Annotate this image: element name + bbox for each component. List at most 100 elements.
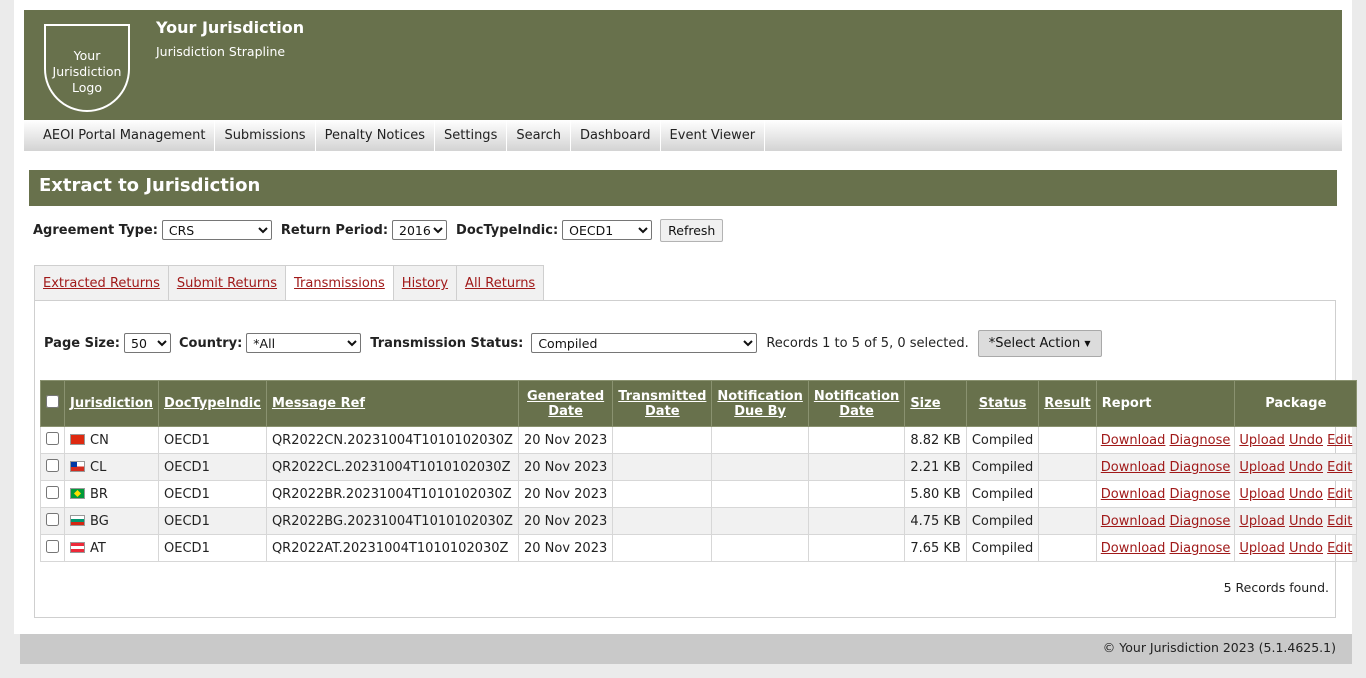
jurisdiction-code: CN — [90, 432, 109, 448]
undo-link[interactable]: Undo — [1289, 460, 1323, 475]
diagnose-link[interactable]: Diagnose — [1170, 433, 1231, 448]
row-checkbox[interactable] — [46, 485, 59, 499]
country-label: Country: — [179, 335, 243, 351]
header-line: Date — [548, 403, 583, 419]
header-line: Date — [645, 403, 680, 419]
doctypeindic-cell: OECD1 — [158, 426, 267, 454]
generated-date-cell: 20 Nov 2023 — [517, 453, 614, 481]
row-select-cell — [40, 426, 65, 454]
undo-link[interactable]: Undo — [1289, 514, 1323, 529]
country-select[interactable]: *All — [246, 333, 362, 353]
edit-link[interactable]: Edit — [1327, 460, 1352, 475]
nav-item-aeoi-portal-management[interactable]: AEOI Portal Management — [24, 120, 216, 151]
diagnose-link[interactable]: Diagnose — [1170, 541, 1231, 556]
upload-link[interactable]: Upload — [1239, 460, 1285, 475]
header-line: Generated — [527, 388, 605, 404]
page-title: Extract to Jurisdiction — [29, 170, 1337, 206]
upload-link[interactable]: Upload — [1239, 433, 1285, 448]
notification-date-cell — [807, 426, 906, 454]
agreement-type-label: Agreement Type: — [33, 222, 158, 238]
nav-item-event-viewer[interactable]: Event Viewer — [661, 120, 766, 151]
return-period-select[interactable]: 2016 — [392, 220, 448, 240]
sort-message-ref[interactable]: Message Ref — [272, 396, 365, 411]
size-cell: 7.65 KB — [904, 534, 967, 562]
edit-link[interactable]: Edit — [1327, 487, 1352, 502]
row-select-cell — [40, 453, 65, 481]
page-size-select[interactable]: 50 — [124, 333, 172, 353]
diagnose-link[interactable]: Diagnose — [1170, 460, 1231, 475]
sort-status[interactable]: Status — [979, 396, 1027, 411]
transmission-status-label: Transmission Status: — [370, 335, 524, 351]
doctypeindic-select[interactable]: OECD1 — [562, 220, 653, 240]
nav-item-search[interactable]: Search — [507, 120, 572, 151]
sort-notification-due-by[interactable]: Notification Due By — [717, 389, 802, 419]
status-cell: Compiled — [965, 426, 1040, 454]
sort-jurisdiction[interactable]: Jurisdiction — [70, 396, 153, 411]
top-filters: Agreement Type: CRS Return Period: 2016 … — [33, 218, 724, 242]
result-cell — [1038, 453, 1097, 481]
row-checkbox[interactable] — [46, 512, 59, 526]
undo-link[interactable]: Undo — [1289, 541, 1323, 556]
download-link[interactable]: Download — [1101, 460, 1166, 475]
jurisdiction-cell: CL — [63, 453, 160, 481]
package-cell: Upload Undo Edit — [1234, 534, 1358, 562]
sort-notification-date[interactable]: Notification Date — [814, 389, 899, 419]
page: Your Jurisdiction Logo Your Jurisdiction… — [14, 0, 1358, 634]
edit-link[interactable]: Edit — [1327, 514, 1352, 529]
sort-transmitted-date[interactable]: Transmitted Date — [618, 389, 706, 419]
nav-item-penalty-notices[interactable]: Penalty Notices — [316, 120, 436, 151]
notification-due-by-cell — [711, 480, 809, 508]
nav-item-settings[interactable]: Settings — [435, 120, 508, 151]
sort-doctypeindic[interactable]: DocTypeIndic — [164, 396, 261, 411]
select-action-button[interactable]: *Select Action ▼ — [977, 329, 1102, 357]
row-checkbox[interactable] — [46, 431, 59, 445]
message-ref-cell: QR2022BR.20231004T1010102030Z — [265, 480, 519, 508]
upload-link[interactable]: Upload — [1239, 514, 1285, 529]
download-link[interactable]: Download — [1101, 487, 1166, 502]
download-link[interactable]: Download — [1101, 541, 1166, 556]
size-cell: 4.75 KB — [904, 507, 967, 535]
tab-transmissions[interactable]: Transmissions — [285, 265, 394, 302]
status-cell: Compiled — [965, 534, 1040, 562]
edit-link[interactable]: Edit — [1327, 541, 1352, 556]
refresh-button[interactable]: Refresh — [660, 218, 724, 242]
table-row: BG OECD1 QR2022BG.20231004T1010102030Z 20 N… — [40, 507, 1358, 535]
jurisdiction-code: AT — [90, 540, 106, 556]
diagnose-link[interactable]: Diagnose — [1170, 487, 1231, 502]
table-row: CN OECD1 QR2022CN.20231004T1010102030Z 20 N… — [40, 426, 1358, 454]
jurisdiction-code: CL — [90, 459, 107, 475]
main-nav: AEOI Portal Management Submissions Penal… — [24, 120, 1342, 151]
row-select-cell — [40, 534, 65, 562]
edit-link[interactable]: Edit — [1327, 433, 1352, 448]
row-checkbox[interactable] — [46, 539, 59, 553]
flag-bg-icon — [70, 514, 85, 526]
upload-link[interactable]: Upload — [1239, 487, 1285, 502]
row-checkbox[interactable] — [46, 458, 59, 472]
return-period-label: Return Period: — [280, 222, 389, 238]
undo-link[interactable]: Undo — [1289, 487, 1323, 502]
nav-item-dashboard[interactable]: Dashboard — [571, 120, 661, 151]
download-link[interactable]: Download — [1101, 514, 1166, 529]
tab-history[interactable]: History — [392, 265, 458, 301]
transmission-status-select[interactable]: Compiled — [531, 333, 758, 353]
tab-all-returns[interactable]: All Returns — [456, 265, 545, 301]
sort-size[interactable]: Size — [910, 396, 940, 411]
nav-item-submissions[interactable]: Submissions — [215, 120, 316, 151]
upload-link[interactable]: Upload — [1239, 541, 1285, 556]
status-cell: Compiled — [965, 480, 1040, 508]
sort-generated-date[interactable]: Generated Date — [527, 389, 604, 419]
notification-date-cell — [807, 453, 906, 481]
sort-result[interactable]: Result — [1044, 396, 1091, 411]
tab-submit-returns[interactable]: Submit Returns — [167, 265, 287, 301]
diagnose-link[interactable]: Diagnose — [1170, 514, 1231, 529]
doctypeindic-cell: OECD1 — [158, 480, 267, 508]
tab-extracted-returns[interactable]: Extracted Returns — [34, 265, 169, 301]
panel-filters: Page Size: 50 Country: *All Transmission… — [44, 329, 1102, 357]
doctypeindic-label: DocTypeIndic: — [456, 222, 559, 238]
package-cell: Upload Undo Edit — [1234, 453, 1358, 481]
select-all-checkbox[interactable] — [46, 395, 59, 408]
agreement-type-select[interactable]: CRS — [161, 220, 272, 240]
page-size-label: Page Size: — [44, 335, 121, 351]
download-link[interactable]: Download — [1101, 433, 1166, 448]
undo-link[interactable]: Undo — [1289, 433, 1323, 448]
